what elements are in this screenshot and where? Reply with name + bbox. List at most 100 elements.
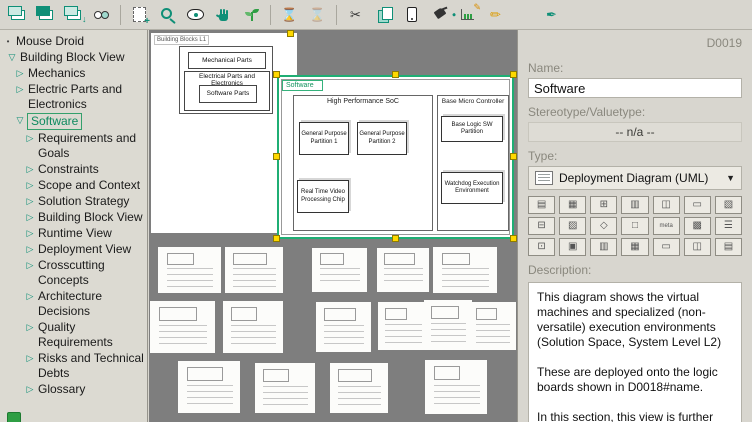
diagram-type-option-icon[interactable]: meta [653, 217, 680, 235]
tree-item-mouse-droid[interactable]: • Mouse Droid [2, 34, 145, 49]
tree-item-constraints[interactable]: ▷ Constraints [2, 162, 145, 177]
diagram-thumbnail[interactable] [470, 302, 516, 350]
expand-arrow-icon[interactable]: ▷ [25, 131, 35, 161]
expand-arrow-icon[interactable]: ▽ [15, 113, 25, 130]
selection-handle[interactable] [273, 71, 280, 78]
expand-arrow-icon[interactable]: ▷ [25, 382, 35, 397]
selection-handle[interactable] [510, 235, 517, 242]
expand-arrow-icon[interactable]: ▷ [25, 320, 35, 350]
card-stack-download-button[interactable] [60, 3, 87, 27]
hourglass-filled-button[interactable]: ⌛ [276, 3, 303, 27]
tree-item-building-block-view[interactable]: ▽ Building Block View [2, 50, 145, 65]
diagram-type-option-icon[interactable]: ☰ [715, 217, 742, 235]
diagram-type-option-icon[interactable]: □ [621, 217, 648, 235]
rt-video-chip-node[interactable]: Real Time Video Processing Chip [297, 180, 349, 213]
diagram-thumbnail[interactable] [223, 301, 283, 353]
high-performance-soc-container[interactable]: High Performance SoC General Purpose Par… [293, 95, 433, 231]
base-micro-controller-container[interactable]: Base Micro Controller Base Logic SW Part… [437, 95, 509, 231]
diagram-type-option-icon[interactable]: ▤ [528, 196, 555, 214]
diagram-type-option-icon[interactable]: ▥ [621, 196, 648, 214]
diagram-type-option-icon[interactable]: ▭ [653, 238, 680, 256]
cut-button[interactable]: ✂ [342, 3, 369, 27]
expand-arrow-icon[interactable]: ▷ [25, 351, 35, 381]
paint-pour-button[interactable] [426, 3, 453, 27]
pencil-button[interactable]: ✏ [482, 3, 509, 27]
tree-item-runtime-view[interactable]: ▷ Runtime View [2, 226, 145, 241]
tree-item-solution-strategy[interactable]: ▷ Solution Strategy [2, 194, 145, 209]
diagram-type-option-icon[interactable]: ⊡ [528, 238, 555, 256]
expand-arrow-icon[interactable]: ▷ [25, 258, 35, 288]
selection-handle[interactable] [287, 30, 294, 37]
tree-item-software[interactable]: ▽ Software [2, 113, 145, 130]
mechanical-parts-box[interactable]: Mechanical Parts [188, 52, 266, 69]
type-dropdown[interactable]: Deployment Diagram (UML) ▼ [528, 166, 742, 190]
tree-item-quality-requirements[interactable]: ▷ Quality Requirements [2, 320, 145, 350]
diagram-type-option-icon[interactable]: ▧ [715, 196, 742, 214]
diagram-type-option-icon[interactable]: ▤ [715, 238, 742, 256]
tree-item-electric-parts-and-electronics[interactable]: ▷ Electric Parts and Electronics [2, 82, 145, 112]
tree-item-requirements-and-goals[interactable]: ▷ Requirements and Goals [2, 131, 145, 161]
overview-diagram-page[interactable]: Building Blocks L1 Mechanical Parts Elec… [151, 33, 297, 233]
diagram-thumbnail[interactable] [255, 363, 315, 413]
stereotype-value[interactable]: -- n/a -- [528, 122, 742, 142]
tree-item-risks-and-technical-debts[interactable]: ▷ Risks and Technical Debts [2, 351, 145, 381]
electrical-parts-box[interactable]: Electrical Parts and Electronics Softwar… [184, 71, 270, 111]
diagram-thumbnail[interactable] [433, 247, 497, 293]
base-logic-sw-node[interactable]: Base Logic SW Partition [441, 116, 503, 142]
tree-item-building-block-view-sub[interactable]: ▷ Building Block View [2, 210, 145, 225]
tree-item-glossary[interactable]: ▷ Glossary [2, 382, 145, 397]
hourglass-outline-button[interactable]: ⌛ [304, 3, 331, 27]
expand-arrow-icon[interactable]: ▷ [25, 194, 35, 209]
expand-arrow-icon[interactable]: • [3, 34, 13, 49]
diagram-thumbnail[interactable] [378, 302, 428, 350]
diagram-type-option-icon[interactable]: ◇ [590, 217, 617, 235]
selection-handle[interactable] [392, 235, 399, 242]
diagram-thumbnail[interactable] [316, 302, 371, 352]
selection-handle[interactable] [273, 153, 280, 160]
expand-arrow-icon[interactable]: ▷ [25, 226, 35, 241]
expand-arrow-icon[interactable]: ▷ [25, 289, 35, 319]
diagram-thumbnail[interactable] [158, 247, 221, 293]
card-stack-button[interactable] [4, 3, 31, 27]
expand-arrow-icon[interactable]: ▷ [15, 82, 25, 112]
expand-arrow-icon[interactable]: ▷ [15, 66, 25, 81]
expand-arrow-icon[interactable]: ▽ [7, 50, 17, 65]
empty-button[interactable] [510, 3, 537, 27]
diagram-thumbnail[interactable] [424, 300, 472, 350]
gp-partition-2-node[interactable]: General Purpose Partition 2 [357, 122, 407, 155]
diagram-thumbnail[interactable] [150, 301, 215, 353]
tree-item-architecture-decisions[interactable]: ▷ Architecture Decisions [2, 289, 145, 319]
diagram-type-option-icon[interactable]: ▥ [590, 238, 617, 256]
diagram-type-option-icon[interactable]: ⊟ [528, 217, 555, 235]
chart-edit-button[interactable] [454, 3, 481, 27]
software-diagram-page[interactable]: Software High Performance SoC General Pu… [277, 75, 514, 239]
software-parts-box[interactable]: Software Parts [199, 85, 257, 103]
description-textarea[interactable]: This diagram shows the virtual machines … [528, 282, 742, 422]
diagram-type-option-icon[interactable]: ⊞ [590, 196, 617, 214]
visibility-button[interactable] [182, 3, 209, 27]
diagram-type-option-icon[interactable]: ◫ [653, 196, 680, 214]
tree-item-deployment-view[interactable]: ▷ Deployment View [2, 242, 145, 257]
expand-arrow-icon[interactable]: ▷ [25, 210, 35, 225]
tree-item-mechanics[interactable]: ▷ Mechanics [2, 66, 145, 81]
search-glasses-button[interactable] [88, 3, 115, 27]
gp-partition-1-node[interactable]: General Purpose Partition 1 [299, 122, 349, 155]
smartphone-button[interactable] [398, 3, 425, 27]
diagram-type-option-icon[interactable]: ▦ [621, 238, 648, 256]
diagram-thumbnail[interactable] [225, 247, 283, 293]
diagram-type-option-icon[interactable]: ▨ [559, 217, 586, 235]
diagram-type-option-icon[interactable]: ▭ [684, 196, 711, 214]
pan-button[interactable] [210, 3, 237, 27]
selection-handle[interactable] [510, 71, 517, 78]
pen-nib-button[interactable]: ✒ [538, 3, 565, 27]
selection-handle[interactable] [510, 153, 517, 160]
card-stack-filled-button[interactable] [32, 3, 59, 27]
diagram-thumbnail[interactable] [377, 248, 429, 292]
diagram-thumbnail[interactable] [330, 363, 388, 413]
diagram-thumbnail[interactable] [178, 361, 240, 413]
tree-item-scope-and-context[interactable]: ▷ Scope and Context [2, 178, 145, 193]
copy-button[interactable] [370, 3, 397, 27]
expand-arrow-icon[interactable]: ▷ [25, 242, 35, 257]
diagram-canvas[interactable]: Building Blocks L1 Mechanical Parts Elec… [149, 30, 517, 422]
diagram-type-option-icon[interactable]: ▦ [559, 196, 586, 214]
